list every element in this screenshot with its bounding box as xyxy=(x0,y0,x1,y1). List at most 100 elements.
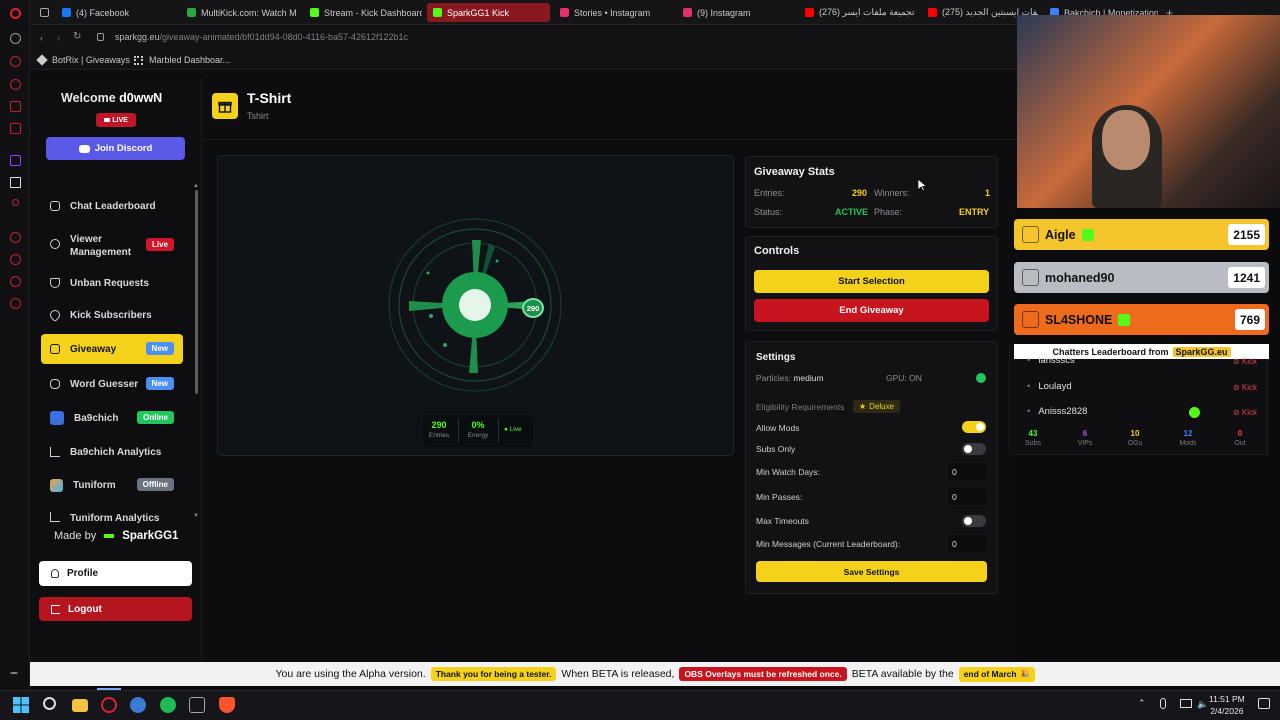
toggle-knob xyxy=(976,423,984,431)
allow-mods-label: Allow Mods xyxy=(756,423,800,433)
file-explorer-icon[interactable] xyxy=(72,699,88,712)
streamer-face xyxy=(1102,110,1150,170)
kick-logo-icon xyxy=(104,534,115,538)
start-selection-button[interactable]: Start Selection xyxy=(754,270,989,293)
logout-button[interactable]: Logout xyxy=(39,597,192,621)
tab-sparkgg1-kick[interactable]: SparkGG1 Kick xyxy=(427,3,550,22)
sidebar-item-giveaway[interactable]: Giveaway New xyxy=(41,334,183,364)
url-field[interactable]: sparkgg.eu/giveaway-animated/bf01dd94-08… xyxy=(115,32,408,42)
opera-taskbar-icon[interactable] xyxy=(101,697,117,713)
tab-multikick[interactable]: MultiKick.com: Watch M xyxy=(187,3,297,22)
online-badge: Online xyxy=(137,411,174,424)
aria-icon[interactable] xyxy=(10,56,21,67)
subs-only-toggle[interactable] xyxy=(962,443,986,455)
sidebar-item-viewer-management[interactable]: Viewer Management Live xyxy=(41,229,183,261)
max-timeouts-toggle[interactable] xyxy=(962,515,986,527)
more-icon[interactable] xyxy=(10,672,18,674)
spotify-icon[interactable] xyxy=(160,697,176,713)
chat-row: • Loulayd ⊘ Kick xyxy=(1027,381,1257,392)
tab-instagram-stories[interactable]: Stories • Instagram xyxy=(560,3,672,22)
leaderboard-row-1: Aigle 2155 xyxy=(1014,219,1269,250)
tab-youtube-1[interactable]: تجميعة ملفات ايسر (276) xyxy=(805,3,920,22)
settings-icon[interactable] xyxy=(10,298,21,309)
scroll-up-icon[interactable]: ▲ xyxy=(193,183,199,189)
min-passes-input[interactable]: 0 xyxy=(948,488,986,505)
max-timeouts-label: Max Timeouts xyxy=(756,516,809,526)
sidebar-item-chat-leaderboard[interactable]: Chat Leaderboard xyxy=(41,191,183,221)
reload-icon[interactable] xyxy=(10,33,21,44)
min-watch-days-input[interactable]: 0 xyxy=(948,463,986,480)
kick-button[interactable]: ⊘ Kick xyxy=(1233,383,1257,392)
system-clock[interactable]: 11:51 PM 2/4/2026 xyxy=(1209,693,1245,717)
join-discord-button[interactable]: Join Discord xyxy=(46,137,185,160)
sidebar-item-tuniform-analytics[interactable]: Tuniform Analytics xyxy=(41,512,183,524)
dot-icon[interactable] xyxy=(12,199,19,206)
browser-sidebar-rail xyxy=(0,0,30,690)
search-icon[interactable] xyxy=(43,697,56,710)
sidebar-item-kick-subscribers[interactable]: Kick Subscribers xyxy=(41,300,183,330)
kick-button[interactable]: ⊘ Kick xyxy=(1233,357,1257,366)
save-settings-button[interactable]: Save Settings xyxy=(756,561,987,582)
mods-count: 12 Mods xyxy=(1179,429,1197,447)
notifications-icon[interactable] xyxy=(1258,698,1270,709)
scroll-down-icon[interactable]: ▼ xyxy=(193,513,199,519)
particles-setting[interactable]: Particles: medium xyxy=(756,373,824,383)
profile-button[interactable]: Profile xyxy=(39,561,192,586)
bookmark-marbled[interactable]: Marbled Dashboar... xyxy=(134,55,230,65)
tab-list-icon[interactable] xyxy=(40,3,52,22)
live-badge-small: Live xyxy=(145,238,174,251)
app-icon[interactable] xyxy=(130,697,146,713)
mail-icon[interactable] xyxy=(10,123,21,134)
back-icon[interactable]: ‹ xyxy=(40,33,43,43)
xbox-icon[interactable] xyxy=(189,697,205,713)
bullet-icon: • xyxy=(1027,355,1031,366)
bookmark-botrix[interactable]: BotRix | Giveaways xyxy=(36,54,130,66)
network-icon[interactable] xyxy=(1180,699,1192,708)
entries-value: 290 xyxy=(852,188,868,198)
twitch-icon[interactable] xyxy=(10,155,21,166)
forward-icon[interactable]: › xyxy=(57,33,60,43)
tester-chip: Thank you for being a tester. xyxy=(430,667,557,681)
sidebar-scrollbar[interactable] xyxy=(195,190,198,394)
alpha-version-banner: You are using the Alpha version. Thank y… xyxy=(30,662,1280,686)
min-messages-input[interactable]: 0 xyxy=(948,535,986,552)
kick-button[interactable]: ⊘ Kick xyxy=(1233,408,1257,417)
microphone-icon[interactable] xyxy=(1160,698,1166,709)
discord-icon xyxy=(78,144,90,153)
opera-logo-icon[interactable] xyxy=(10,8,21,19)
new-badge: New xyxy=(145,377,174,390)
volume-icon[interactable]: 🔈 xyxy=(1197,699,1208,710)
eligibility-label: Eligibility Requirements xyxy=(756,402,845,412)
botrix-icon xyxy=(36,54,48,66)
end-giveaway-button[interactable]: End Giveaway xyxy=(754,299,989,322)
player-icon[interactable] xyxy=(10,232,21,243)
obs-chip: OBS Overlays must be refreshed once. xyxy=(679,667,847,681)
workspace-icon[interactable] xyxy=(10,79,21,90)
header-divider xyxy=(202,139,1018,140)
allow-mods-toggle[interactable] xyxy=(962,421,986,433)
sidebar-item-ba9chich-analytics[interactable]: Ba9chich Analytics xyxy=(41,437,183,467)
pinboard-icon[interactable] xyxy=(10,276,21,287)
gpu-status-dot xyxy=(976,373,986,383)
tab-facebook[interactable]: (4) Facebook xyxy=(62,3,177,22)
sidebar-item-word-guesser[interactable]: Word Guesser New xyxy=(41,369,183,399)
sidebar-item-tuniform[interactable]: Tuniform Offline xyxy=(41,470,183,500)
sidebar-item-unban-requests[interactable]: Unban Requests xyxy=(41,268,183,298)
reload-page-icon[interactable]: ↻ xyxy=(73,31,81,42)
tab-instagram[interactable]: (9) Instagram xyxy=(683,3,793,22)
username: d0wwN xyxy=(119,91,163,105)
x-icon[interactable] xyxy=(10,177,21,188)
crown-icon xyxy=(1022,226,1039,243)
gift-icon xyxy=(212,93,238,119)
tab-kick-dashboard[interactable]: Stream - Kick Dashboard xyxy=(310,3,422,22)
tray-chevron-icon[interactable]: ⌃ xyxy=(1138,698,1146,709)
bullet-icon: • xyxy=(1027,381,1031,392)
brave-icon[interactable] xyxy=(219,697,235,713)
messenger-icon[interactable] xyxy=(10,101,21,112)
windows-start-icon[interactable] xyxy=(13,697,29,713)
live-icon xyxy=(104,118,111,122)
controls-title: Controls xyxy=(754,245,800,257)
history-icon[interactable] xyxy=(10,254,21,265)
facebook-icon xyxy=(62,8,71,17)
sidebar-item-ba9chich[interactable]: Ba9chich Online xyxy=(41,403,183,433)
